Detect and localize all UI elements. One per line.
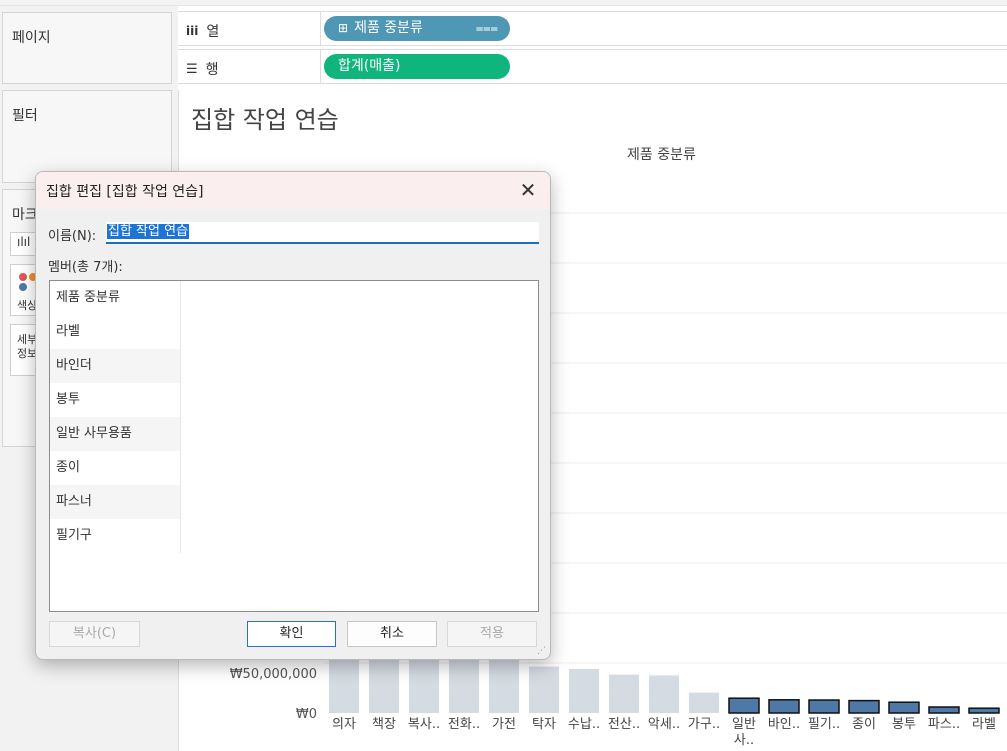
list-item[interactable]: 일반 사무용품 [50,417,181,451]
apply-button[interactable]: 적용 [447,621,537,647]
filters-card[interactable]: 필터 [2,90,172,183]
name-input[interactable]: 집합 작업 연습 [106,222,539,244]
columns-shelf: iii 열 ⊞ 제품 중분류 ⩶ [178,11,1007,46]
rows-label: 행 [205,62,219,78]
dialog-title: 집합 편집 [집합 작업 연습] [46,184,204,200]
list-item[interactable]: 종이 [50,451,181,485]
rows-pill[interactable]: 합계(매출) [324,54,510,79]
close-icon[interactable]: ✕ [514,176,542,204]
columns-pill-label: 제품 중분류 [354,20,423,36]
list-header: 제품 중분류 [50,281,181,315]
columns-label: 열 [206,24,220,40]
filters-title: 필터 [12,108,38,124]
rows-pill-label: 합계(매출) [338,58,401,74]
rows-icon: ☰ [186,61,198,77]
list-item[interactable]: 파스너 [50,485,181,519]
resize-grip-icon[interactable]: ⋰ [537,646,547,656]
list-item[interactable]: 봉투 [50,383,181,417]
pages-card[interactable]: 페이지 [2,12,172,84]
cancel-button[interactable]: 취소 [347,621,437,647]
edit-set-dialog: 집합 편집 [집합 작업 연습] ✕ 이름(N): 집합 작업 연습 멤버(총 … [35,171,551,660]
dialog-titlebar: 집합 편집 [집합 작업 연습] ✕ [36,172,550,209]
list-item[interactable]: 바인더 [50,349,181,383]
bar-chart-icon: ılıl [17,235,31,249]
members-list[interactable]: 제품 중분류 라벨 바인더 봉투 일반 사무용품 종이 파스너 필기구 [49,280,539,612]
pages-title: 페이지 [12,30,51,46]
columns-pill[interactable]: ⊞ 제품 중분류 ⩶ [324,16,510,41]
list-item[interactable]: 필기구 [50,519,181,553]
columns-icon: iii [186,24,199,38]
members-label: 멤버(총 7개): [48,260,123,275]
sheet-title: 집합 작업 연습 [191,106,339,134]
ok-button[interactable]: 확인 [247,621,336,647]
name-label: 이름(N): [48,229,97,244]
column-header: 제품 중분류 [627,147,696,163]
color-dots-icon [19,273,27,281]
expand-plus-icon: ⊞ [338,21,349,35]
marks-title: 마크 [12,207,38,223]
name-input-value: 집합 작업 연습 [107,224,190,239]
list-item[interactable]: 라벨 [50,315,181,349]
sort-descending-icon[interactable]: ⩶ [476,16,498,41]
copy-button[interactable]: 복사(C) [49,621,140,647]
rows-shelf: ☰ 행 합계(매출) [178,49,1007,84]
